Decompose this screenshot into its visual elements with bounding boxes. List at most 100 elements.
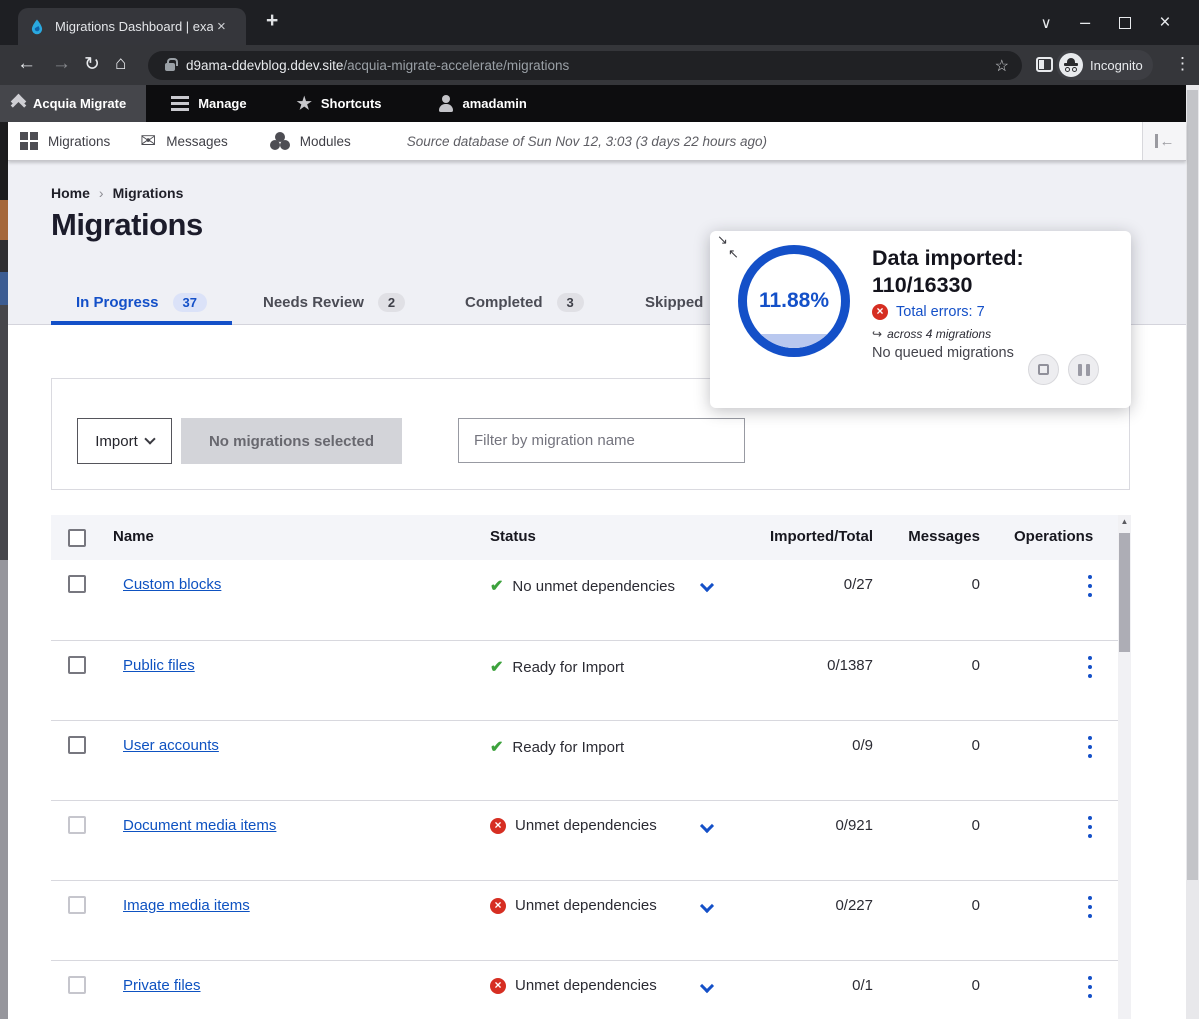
- total-errors-link[interactable]: × Total errors: 7: [872, 304, 985, 320]
- migration-link[interactable]: Public files: [123, 657, 195, 674]
- table-scrollbar-thumb[interactable]: [1119, 533, 1130, 652]
- collapse-toolbar-button[interactable]: ←: [1142, 122, 1186, 160]
- migration-link[interactable]: User accounts: [123, 737, 219, 754]
- no-migrations-selected-button[interactable]: No migrations selected: [181, 418, 402, 464]
- row-checkbox[interactable]: [68, 816, 86, 834]
- migration-link[interactable]: Private files: [123, 977, 201, 994]
- window-edge-artifact: [0, 122, 8, 1019]
- home-icon[interactable]: ⌂: [115, 53, 126, 75]
- operations-kebab-icon[interactable]: [1082, 896, 1098, 918]
- window-maximize-button[interactable]: [1119, 17, 1131, 29]
- side-panel-icon[interactable]: [1036, 57, 1053, 72]
- collapse-arrow-icon: ←: [1160, 133, 1175, 150]
- table-row: Image media items ×Unmet dependencies 0/…: [51, 880, 1118, 960]
- check-icon: ✔: [490, 737, 503, 757]
- migration-link[interactable]: Custom blocks: [123, 576, 221, 593]
- browser-tab-strip: Migrations Dashboard | example × + ∨ – ×: [0, 0, 1199, 45]
- window-chevron-icon[interactable]: ∨: [1041, 14, 1052, 32]
- column-header-imported-total: Imported/Total: [711, 528, 873, 545]
- admin-item-user[interactable]: amadamin: [422, 85, 543, 122]
- tab-close-icon[interactable]: ×: [217, 18, 226, 35]
- tab-in-progress[interactable]: In Progress 37: [51, 279, 232, 325]
- migration-link[interactable]: Document media items: [123, 817, 276, 834]
- column-header-name: Name: [113, 528, 154, 545]
- back-icon[interactable]: ←: [17, 53, 36, 75]
- table-row: Private files ×Unmet dependencies 0/1 0: [51, 960, 1118, 1019]
- hook-arrow-icon: ↪: [872, 327, 882, 341]
- messages-cell: 0: [901, 576, 980, 593]
- browser-menu-icon[interactable]: ⋮: [1174, 54, 1191, 74]
- row-checkbox[interactable]: [68, 656, 86, 674]
- admin-toolbar: Acquia Migrate Manage ★ Shortcuts amadam…: [0, 85, 1199, 122]
- table-row: Custom blocks ✔No unmet dependencies 0/2…: [51, 560, 1118, 640]
- progress-ring: 11.88%: [738, 245, 850, 357]
- tab-title: Migrations Dashboard | example: [55, 19, 213, 34]
- scroll-up-icon[interactable]: ▲: [1118, 517, 1131, 526]
- queued-migrations-note: No queued migrations: [872, 345, 1014, 361]
- pause-button[interactable]: [1068, 354, 1099, 385]
- user-icon: [438, 95, 454, 112]
- error-icon: ×: [490, 978, 506, 994]
- stop-button[interactable]: [1028, 354, 1059, 385]
- browser-tab[interactable]: Migrations Dashboard | example ×: [18, 8, 246, 45]
- select-all-checkbox[interactable]: [68, 529, 86, 547]
- address-bar[interactable]: d9ama-ddevblog.ddev.site/acquia-migrate-…: [148, 51, 1022, 80]
- imported-total-cell: 0/1387: [711, 657, 873, 674]
- table-header-row: Name Status Imported/Total Messages Oper…: [51, 515, 1118, 560]
- imported-total-cell: 0/921: [711, 817, 873, 834]
- messages-cell: 0: [901, 977, 980, 994]
- toolbar-item-messages[interactable]: ✉ Messages: [140, 130, 227, 153]
- table-scrollbar[interactable]: ▲: [1118, 515, 1131, 1019]
- check-icon: ✔: [490, 657, 503, 677]
- operations-kebab-icon[interactable]: [1082, 976, 1098, 998]
- migration-link[interactable]: Image media items: [123, 897, 250, 914]
- page-scrollbar-thumb[interactable]: [1187, 90, 1198, 880]
- admin-item-acquia-migrate[interactable]: Acquia Migrate: [0, 85, 146, 122]
- window-close-button[interactable]: ×: [1159, 12, 1170, 34]
- imported-total-cell: 0/9: [711, 737, 873, 754]
- filter-input[interactable]: [458, 418, 745, 463]
- imported-total-cell: 0/27: [711, 576, 873, 593]
- messages-cell: 0: [901, 657, 980, 674]
- operations-kebab-icon[interactable]: [1082, 656, 1098, 678]
- import-dropdown-button[interactable]: Import: [77, 418, 172, 464]
- row-checkbox[interactable]: [68, 575, 86, 593]
- tab-count-badge: 37: [173, 293, 207, 312]
- progress-percent: 11.88%: [747, 254, 841, 348]
- operations-kebab-icon[interactable]: [1082, 816, 1098, 838]
- toolbar-item-modules[interactable]: Modules: [270, 132, 351, 151]
- row-checkbox[interactable]: [68, 896, 86, 914]
- resize-se-icon[interactable]: ↘: [717, 232, 728, 248]
- reload-icon[interactable]: ↻: [84, 53, 100, 76]
- row-checkbox[interactable]: [68, 736, 86, 754]
- tab-completed[interactable]: Completed 3: [465, 279, 584, 325]
- column-header-status: Status: [490, 528, 536, 545]
- tab-skipped[interactable]: Skipped: [645, 279, 703, 325]
- data-imported-label: Data imported: 110/16330: [872, 245, 1024, 299]
- tab-needs-review[interactable]: Needs Review 2: [263, 279, 405, 325]
- breadcrumb-home-link[interactable]: Home: [51, 185, 90, 201]
- browser-toolbar: ← → ↻ ⌂ d9ama-ddevblog.ddev.site/acquia-…: [0, 45, 1199, 85]
- column-header-messages: Messages: [901, 528, 980, 545]
- import-progress-card: ↘ ↖ 11.88% Data imported: 110/16330 × To…: [710, 231, 1131, 408]
- envelope-icon: ✉: [140, 130, 156, 153]
- messages-cell: 0: [901, 817, 980, 834]
- operations-kebab-icon[interactable]: [1082, 736, 1098, 758]
- new-tab-button[interactable]: +: [266, 9, 278, 33]
- star-icon: ★: [297, 94, 312, 114]
- admin-item-manage[interactable]: Manage: [155, 85, 262, 122]
- page-scrollbar[interactable]: [1186, 85, 1199, 1019]
- toolbar-item-migrations[interactable]: Migrations: [20, 134, 110, 149]
- forward-icon[interactable]: →: [52, 53, 71, 75]
- breadcrumb-separator: ›: [99, 185, 104, 201]
- error-icon: ×: [490, 818, 506, 834]
- messages-cell: 0: [901, 737, 980, 754]
- incognito-icon: [1059, 53, 1083, 77]
- admin-item-shortcuts[interactable]: ★ Shortcuts: [281, 85, 398, 122]
- row-checkbox[interactable]: [68, 976, 86, 994]
- resize-nw-icon[interactable]: ↖: [728, 246, 739, 262]
- bookmark-star-icon[interactable]: ☆: [995, 56, 1009, 76]
- hamburger-icon: [171, 96, 189, 99]
- window-minimize-button[interactable]: –: [1080, 12, 1090, 33]
- operations-kebab-icon[interactable]: [1082, 575, 1098, 597]
